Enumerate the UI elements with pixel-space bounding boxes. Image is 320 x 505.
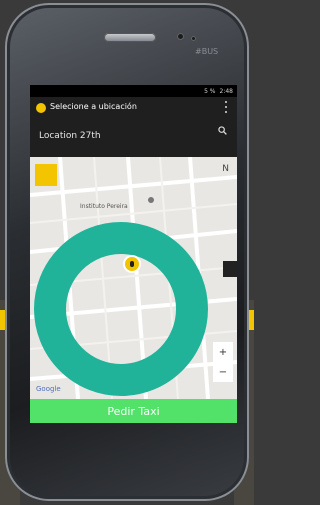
map-attribution: Google xyxy=(36,385,61,393)
zoom-in-button[interactable]: + xyxy=(219,347,227,358)
zoom-out-button[interactable]: − xyxy=(219,367,227,378)
my-location-button[interactable] xyxy=(35,164,57,186)
address-text[interactable]: Location 27th xyxy=(39,131,101,141)
screen: 5 % 2:48 Selecione a ubicación Location … xyxy=(30,85,237,423)
person-icon xyxy=(130,261,134,267)
map-view[interactable]: N Instituto Pereira + − Google xyxy=(30,157,237,399)
poi-label: Instituto Pereira xyxy=(80,203,128,210)
device-brand: #BUS xyxy=(195,47,219,56)
phone-device: #BUS 5 % 2:48 Selecione a ubicación Loca… xyxy=(5,3,249,501)
status-bar: 5 % 2:48 xyxy=(30,85,237,97)
app-bar: Selecione a ubicación Location 27th xyxy=(30,97,237,157)
overflow-menu-icon[interactable] xyxy=(225,101,228,113)
status-left: 5 % xyxy=(204,87,216,95)
user-location-pin-icon[interactable] xyxy=(125,257,139,271)
search-icon[interactable] xyxy=(218,126,227,135)
earpiece-speaker xyxy=(104,33,156,42)
app-title: Selecione a ubicación xyxy=(50,102,137,111)
compass-icon[interactable]: N xyxy=(222,164,229,174)
request-taxi-button[interactable]: Pedir Taxi xyxy=(30,399,237,423)
status-time: 2:48 xyxy=(219,87,233,95)
pickup-radius-ring xyxy=(34,222,208,396)
sensor-icon xyxy=(191,36,196,41)
front-camera-icon xyxy=(177,33,184,40)
poi-marker-icon xyxy=(148,197,154,203)
map-side-marker xyxy=(223,261,237,277)
app-logo-icon xyxy=(36,103,46,113)
zoom-controls: + − xyxy=(213,342,233,382)
